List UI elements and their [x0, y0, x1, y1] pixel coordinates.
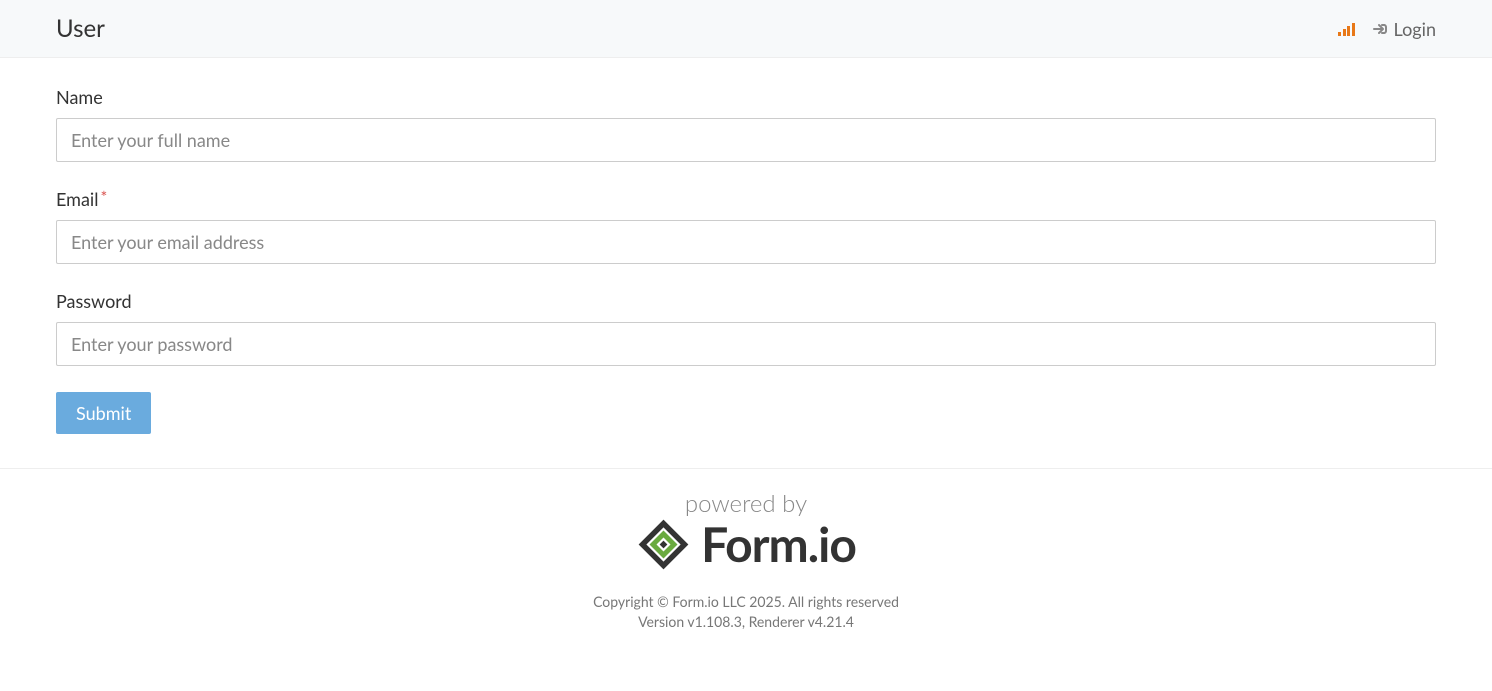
login-label: Login [1394, 18, 1436, 40]
name-label: Name [56, 86, 1436, 108]
version-text: Version v1.108.3, Renderer v4.21.4 [10, 613, 1482, 630]
page-title: User [56, 14, 105, 43]
password-label-text: Password [56, 290, 132, 312]
form-group-password: Password [56, 290, 1436, 366]
footer: powered by Form.io Copyright © Form.io L… [0, 468, 1492, 660]
form-group-email: Email* [56, 188, 1436, 264]
password-input[interactable] [56, 322, 1436, 366]
password-label: Password [56, 290, 1436, 312]
email-label-text: Email [56, 188, 98, 210]
form-group-name: Name [56, 86, 1436, 162]
email-input[interactable] [56, 220, 1436, 264]
email-label: Email* [56, 188, 1436, 210]
signal-icon[interactable] [1338, 21, 1355, 36]
submit-button[interactable]: Submit [56, 392, 151, 434]
header-actions: Login [1338, 18, 1436, 40]
brand-logo: Form.io [10, 516, 1482, 573]
login-link[interactable]: Login [1373, 18, 1436, 40]
formio-logo-icon [636, 517, 691, 572]
login-icon [1373, 21, 1389, 37]
name-input[interactable] [56, 118, 1436, 162]
name-label-text: Name [56, 86, 103, 108]
copyright-text: Copyright © Form.io LLC 2025. All rights… [10, 593, 1482, 610]
required-indicator: * [100, 188, 107, 207]
brand-name: Form.io [701, 516, 856, 573]
powered-by-text: powered by [10, 489, 1482, 518]
header: User Login [0, 0, 1492, 58]
form-container: Name Email* Password Submit [0, 58, 1492, 468]
